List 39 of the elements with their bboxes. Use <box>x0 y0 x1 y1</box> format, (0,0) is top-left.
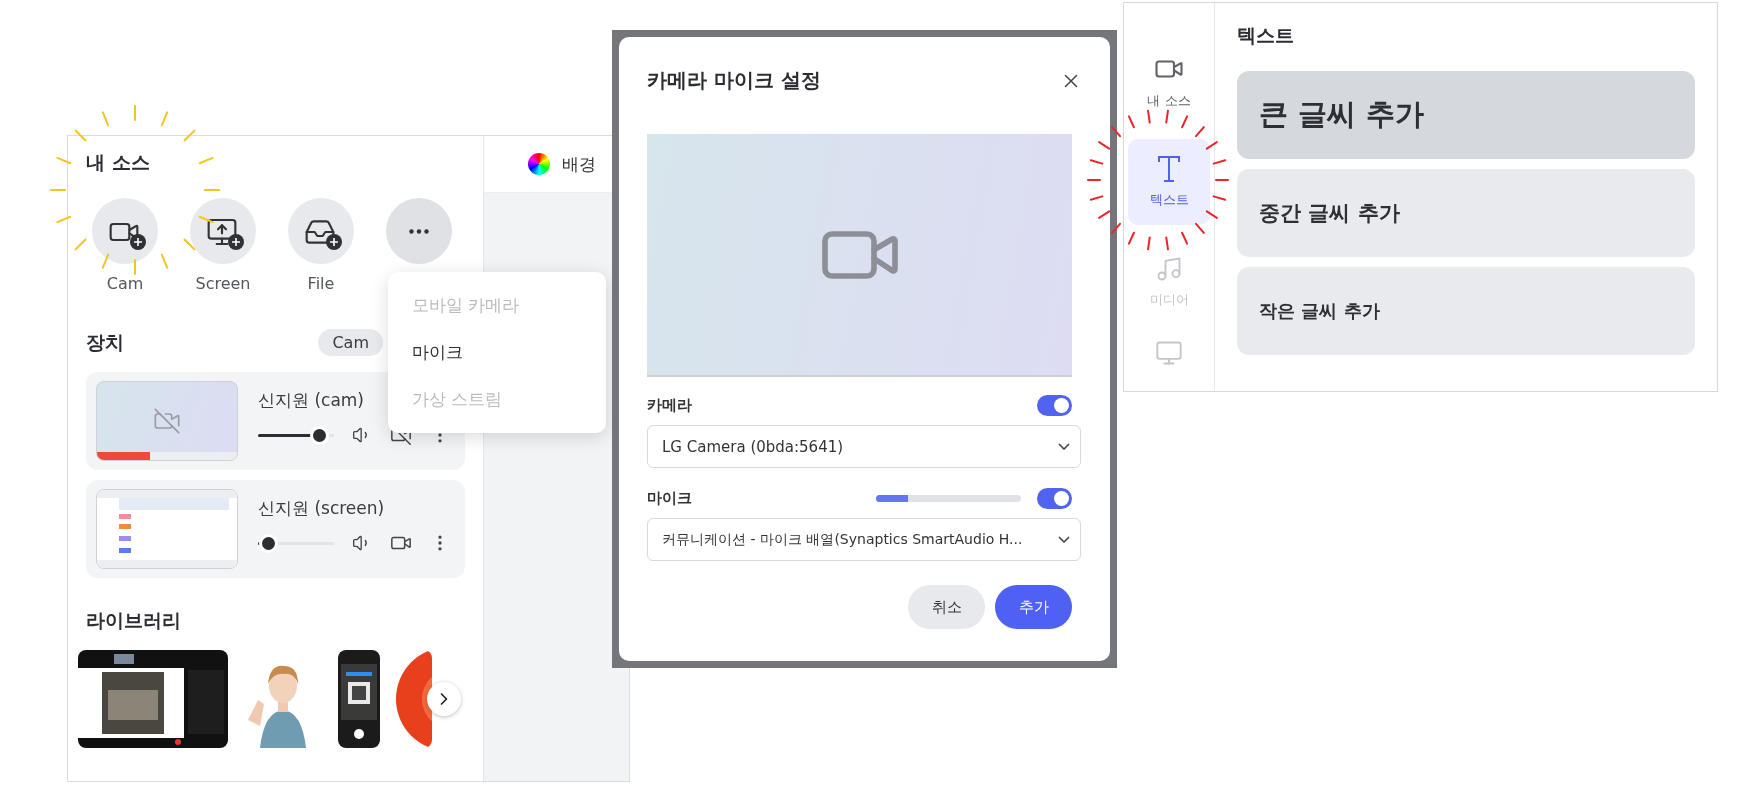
source-label: Cam <box>106 274 144 293</box>
slider-thumb[interactable] <box>313 428 327 442</box>
toggle-switch[interactable] <box>1037 488 1072 509</box>
monitor-icon <box>1155 339 1183 367</box>
add-text-button[interactable]: 큰 글씨 추가 <box>1237 71 1695 159</box>
section-title: 내 소스 <box>86 150 151 175</box>
toggle-switch[interactable] <box>1037 395 1072 416</box>
toolbar-label[interactable]: 배경 <box>562 152 596 176</box>
device-name: 신지원 (cam) <box>258 389 364 412</box>
add-button[interactable]: 추가 <box>995 585 1072 629</box>
dialog-title: 카메라 마이크 설정 <box>647 67 821 94</box>
music-icon <box>1155 255 1183 283</box>
filter-chip[interactable]: Cam <box>318 329 383 356</box>
camera-select[interactable]: LG Camera (0bda:5641) <box>647 425 1081 468</box>
select-value: 커뮤니케이션 - 마이크 배열(Synaptics SmartAudio H... <box>662 530 1023 549</box>
device-name: 신지원 (screen) <box>258 497 385 520</box>
cancel-button[interactable]: 취소 <box>908 585 985 629</box>
sidebar-item[interactable]: 내 소스 <box>1128 39 1210 125</box>
text-icon <box>1157 155 1181 183</box>
source-label: Screen <box>195 274 251 293</box>
panel-title: 텍스트 <box>1237 23 1295 48</box>
add-text-button[interactable]: 작은 글씨 추가 <box>1237 267 1695 355</box>
source-label: File <box>307 274 335 293</box>
color-wheel-icon <box>528 153 550 175</box>
chevron-down-icon <box>1058 443 1070 450</box>
section-title: 라이브러리 <box>86 608 182 633</box>
menu-item[interactable]: 마이크 <box>388 329 606 376</box>
more-icon <box>409 228 429 234</box>
sidebar-item[interactable]: 텍스트 <box>1128 139 1210 225</box>
camera-off-icon <box>153 407 181 435</box>
field-label: 마이크 <box>647 489 692 508</box>
select-value: LG Camera (0bda:5641) <box>662 437 844 456</box>
mic-select[interactable]: 커뮤니케이션 - 마이크 배열(Synaptics SmartAudio H... <box>647 518 1081 561</box>
section-title: 장치 <box>86 329 124 355</box>
next-button[interactable] <box>427 682 461 716</box>
add-text-button[interactable]: 중간 글씨 추가 <box>1237 169 1695 257</box>
chevron-down-icon <box>1058 536 1070 543</box>
slider-thumb[interactable] <box>262 536 276 550</box>
field-label: 카메라 <box>647 396 692 415</box>
